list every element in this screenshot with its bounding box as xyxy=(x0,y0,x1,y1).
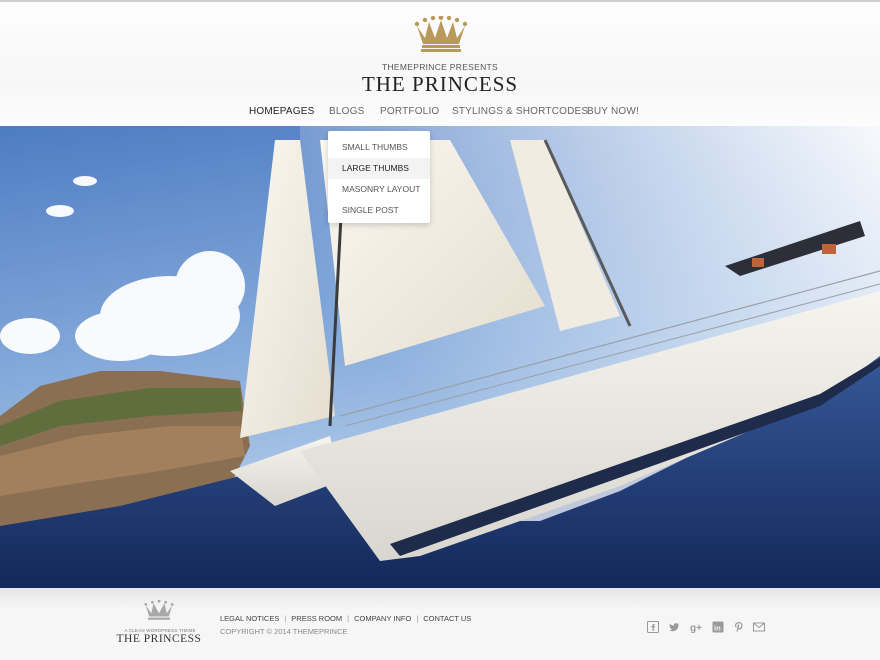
facebook-icon[interactable] xyxy=(647,621,659,633)
link-separator: | xyxy=(284,614,287,623)
hero-image xyxy=(0,126,880,588)
footer-crown-logo-icon xyxy=(144,600,174,620)
linkedin-icon[interactable]: in xyxy=(712,621,724,633)
dropdown-item-large-thumbs[interactable]: LARGE THUMBS xyxy=(342,163,409,173)
dropdown-item-small-thumbs[interactable]: SMALL THUMBS xyxy=(342,142,408,152)
nav-item-blogs[interactable]: BLOGS xyxy=(329,106,364,117)
pinterest-icon[interactable] xyxy=(733,621,745,633)
crown-logo-icon[interactable] xyxy=(413,16,469,56)
footer-link-legal-notices[interactable]: LEGAL NOTICES xyxy=(220,614,279,623)
nav-item-stylings-shortcodes[interactable]: STYLINGS & SHORTCODES xyxy=(452,106,588,117)
presents-text: THEMEPRINCE PRESENTS xyxy=(381,62,499,72)
site-title[interactable]: THE PRINCESS xyxy=(0,72,880,97)
google-plus-icon[interactable]: g+ xyxy=(690,621,702,633)
mail-icon[interactable] xyxy=(753,621,765,633)
footer-link-press-room[interactable]: PRESS ROOM xyxy=(291,614,342,623)
nav-item-homepages[interactable]: HOMEPAGES xyxy=(249,106,315,117)
link-separator: | xyxy=(347,614,350,623)
nav-item-buy-now[interactable]: BUY NOW! xyxy=(587,106,639,117)
dropdown-item-masonry-layout[interactable]: MASONRY LAYOUT xyxy=(342,184,420,194)
main-nav: HOMEPAGES BLOGS PORTFOLIO STYLINGS & SHO… xyxy=(0,106,880,124)
blogs-dropdown-menu: SMALL THUMBS LARGE THUMBS MASONRY LAYOUT… xyxy=(328,131,430,223)
link-separator: | xyxy=(416,614,419,623)
nav-item-portfolio[interactable]: PORTFOLIO xyxy=(380,106,439,117)
dropdown-item-single-post[interactable]: SINGLE POST xyxy=(342,205,399,215)
site-footer: A CLEAN WORDPRESS THEME THE PRINCESS LEG… xyxy=(0,588,880,660)
svg-text:in: in xyxy=(714,624,721,633)
footer-link-company-info[interactable]: COMPANY INFO xyxy=(354,614,411,623)
svg-text:g+: g+ xyxy=(690,623,702,633)
twitter-icon[interactable] xyxy=(668,621,680,633)
footer-title: THE PRINCESS xyxy=(116,633,202,645)
footer-link-contact-us[interactable]: CONTACT US xyxy=(423,614,471,623)
footer-copyright: COPYRIGHT © 2014 THEMEPRINCE xyxy=(220,627,348,636)
footer-links: LEGAL NOTICES | PRESS ROOM | COMPANY INFO | CO… xyxy=(220,614,471,623)
